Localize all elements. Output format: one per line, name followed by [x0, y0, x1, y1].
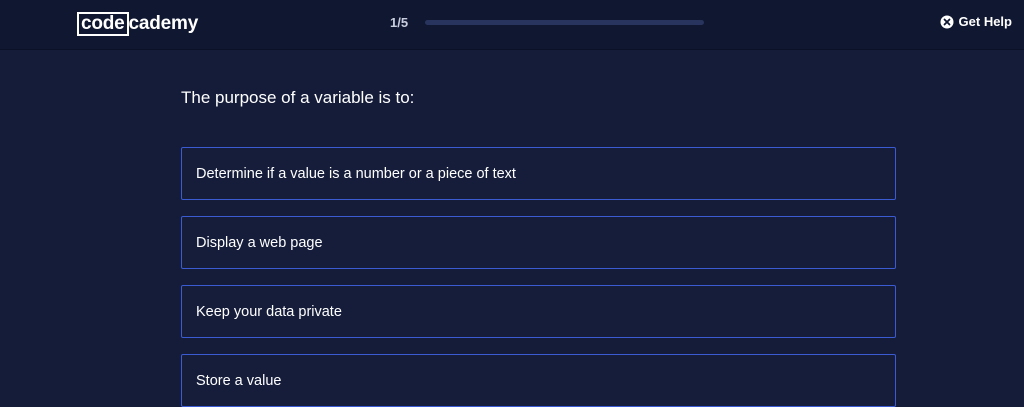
answer-option-2[interactable]: Display a web page: [181, 216, 896, 269]
quiz-question: The purpose of a variable is to:: [181, 88, 415, 107]
progress-counter: 1/5: [390, 15, 409, 30]
get-help-label: Get Help: [958, 14, 1012, 29]
logo-code-box: code: [77, 12, 129, 36]
codecademy-logo[interactable]: code cademy: [77, 12, 198, 36]
logo-cademy-text: cademy: [128, 13, 199, 34]
close-circle-icon: [940, 15, 954, 29]
progress-bar: [425, 20, 704, 25]
top-bar: code cademy 1/5 Get Help: [0, 0, 1024, 50]
get-help-button[interactable]: Get Help: [940, 14, 1012, 29]
answer-option-3[interactable]: Keep your data private: [181, 285, 896, 338]
answer-option-4[interactable]: Store a value: [181, 354, 896, 407]
answer-option-1[interactable]: Determine if a value is a number or a pi…: [181, 147, 896, 200]
